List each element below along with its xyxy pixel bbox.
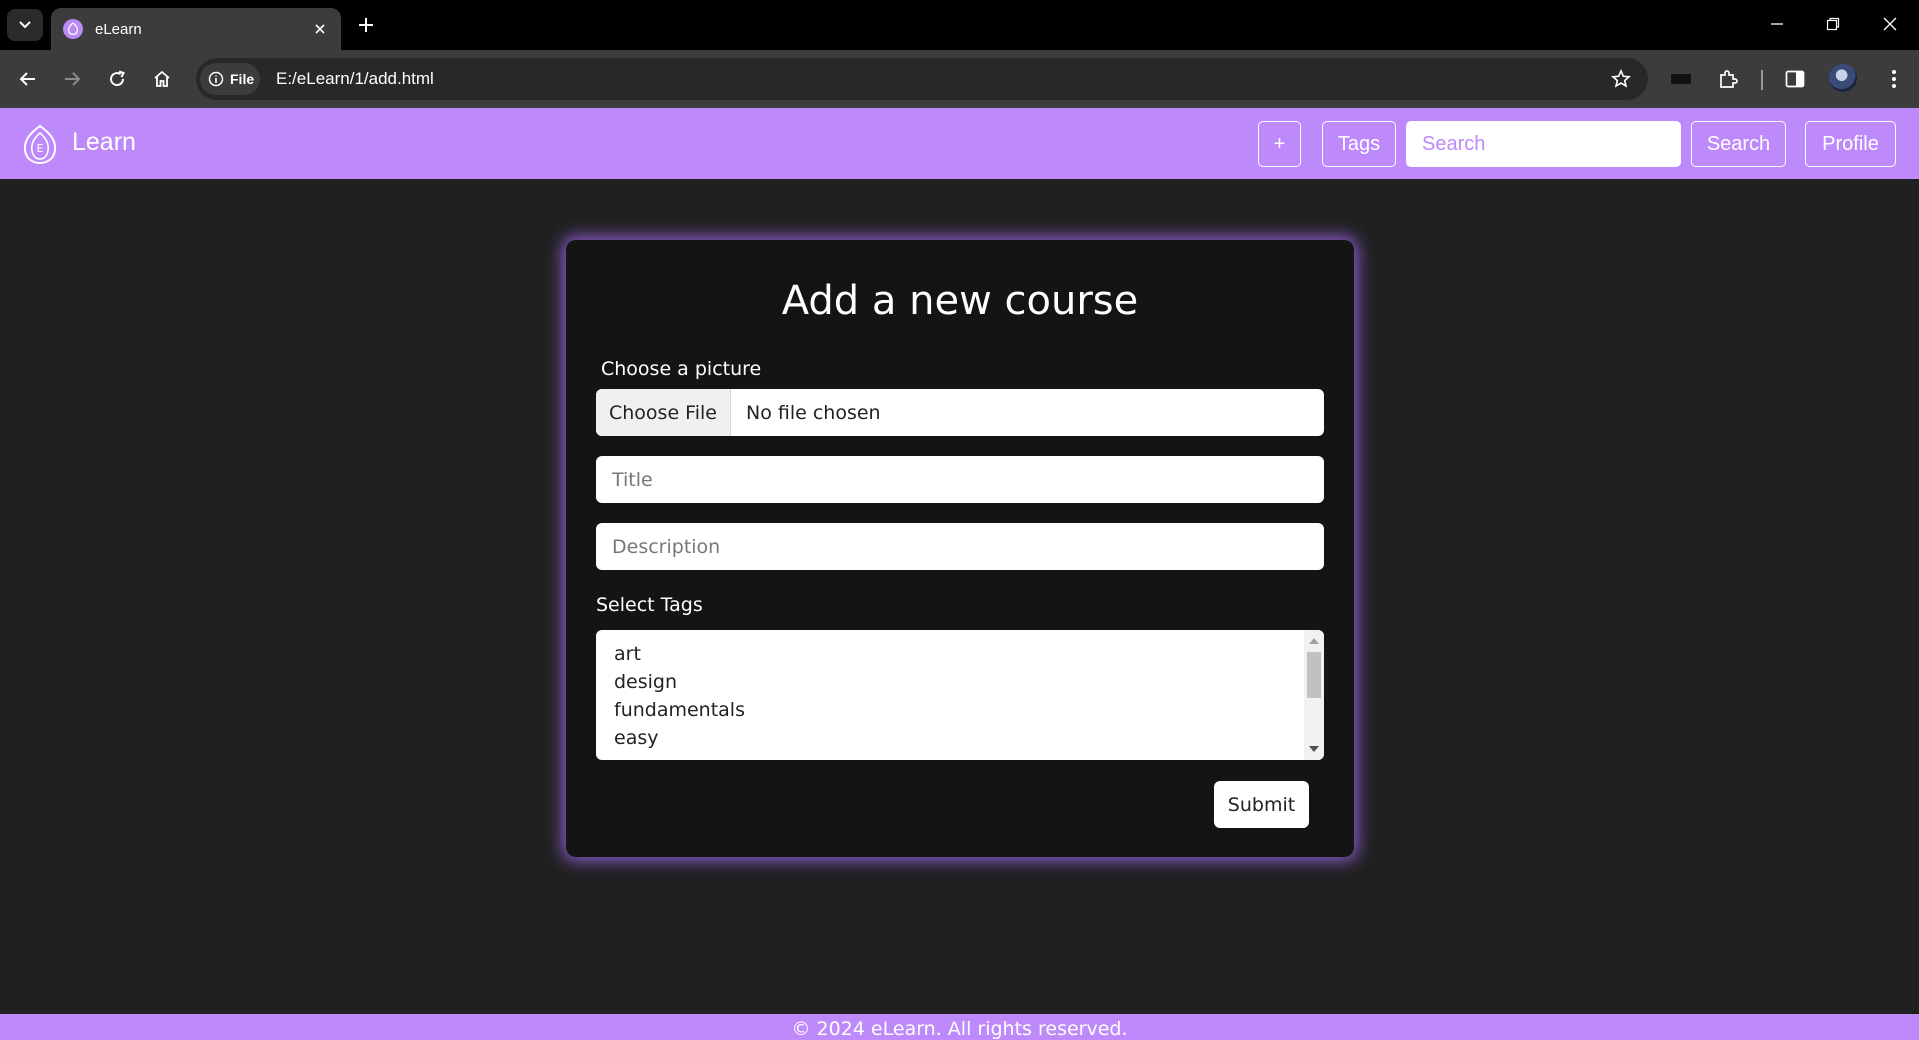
tag-list: art design fundamentals easy (596, 630, 1324, 752)
brand-name[interactable]: Learn (72, 128, 136, 157)
profile-button[interactable]: Profile (1805, 121, 1896, 167)
close-window-icon[interactable] (1870, 8, 1910, 40)
tags-multiselect[interactable]: art design fundamentals easy (596, 630, 1324, 760)
tab-title: eLearn (95, 20, 142, 38)
site-footer: © 2024 eLearn. All rights reserved. (0, 1014, 1919, 1040)
favicon-icon (63, 19, 83, 39)
site-chip-label: File (230, 71, 255, 87)
add-course-card: Add a new course Choose a picture Choose… (566, 240, 1354, 857)
submit-button[interactable]: Submit (1214, 781, 1309, 828)
tag-option[interactable]: design (614, 668, 1324, 696)
side-panel-icon[interactable] (1779, 63, 1811, 95)
extension-icon[interactable] (1665, 63, 1697, 95)
scroll-down-icon[interactable] (1309, 746, 1319, 752)
site-info-chip[interactable]: File (200, 63, 260, 95)
chevron-down-icon (19, 21, 31, 29)
forward-icon[interactable] (56, 63, 88, 95)
file-status-text: No file chosen (746, 401, 881, 424)
minimize-icon[interactable] (1757, 8, 1797, 40)
search-input[interactable] (1406, 121, 1681, 167)
site-navbar: E Learn + Tags Search Profile (0, 108, 1919, 179)
tag-option[interactable]: fundamentals (614, 696, 1324, 724)
browser-tab[interactable]: eLearn (51, 8, 341, 50)
brand-logo-icon[interactable]: E (20, 123, 60, 165)
close-tab-icon[interactable] (309, 18, 331, 40)
toolbar-divider (1761, 70, 1763, 90)
browser-toolbar: File E:/eLearn/1/add.html (0, 50, 1919, 108)
picture-label: Choose a picture (601, 358, 762, 380)
tags-button[interactable]: Tags (1322, 121, 1396, 167)
footer-copyright: © 2024 eLearn. All rights reserved. (791, 1018, 1128, 1040)
page-title: Add a new course (781, 278, 1139, 324)
more-menu-icon[interactable] (1878, 63, 1910, 95)
tags-scrollbar[interactable] (1304, 630, 1324, 760)
search-button[interactable]: Search (1691, 121, 1786, 167)
info-icon (208, 71, 224, 87)
picture-file-input[interactable]: Choose File No file chosen (596, 389, 1324, 436)
reload-icon[interactable] (101, 63, 133, 95)
title-input[interactable] (596, 456, 1324, 503)
scroll-thumb[interactable] (1307, 652, 1321, 698)
svg-text:E: E (37, 142, 44, 155)
tag-option[interactable]: art (614, 640, 1324, 668)
browser-tab-bar: eLearn (0, 0, 1919, 50)
bookmark-star-icon[interactable] (1608, 66, 1634, 92)
add-course-button[interactable]: + (1258, 121, 1301, 167)
tab-search-menu-button[interactable] (7, 9, 43, 41)
tag-option[interactable]: easy (614, 724, 1324, 752)
extensions-puzzle-icon[interactable] (1712, 63, 1744, 95)
new-tab-icon[interactable] (352, 11, 380, 39)
choose-file-button[interactable]: Choose File (596, 389, 731, 436)
home-icon[interactable] (146, 63, 178, 95)
scroll-up-icon[interactable] (1309, 638, 1319, 644)
restore-icon[interactable] (1813, 8, 1853, 40)
address-bar[interactable]: File E:/eLearn/1/add.html (196, 58, 1648, 100)
profile-avatar[interactable] (1829, 64, 1857, 92)
tags-label: Select Tags (596, 594, 703, 616)
url-text[interactable]: E:/eLearn/1/add.html (276, 69, 434, 89)
description-input[interactable] (596, 523, 1324, 570)
back-icon[interactable] (12, 63, 44, 95)
